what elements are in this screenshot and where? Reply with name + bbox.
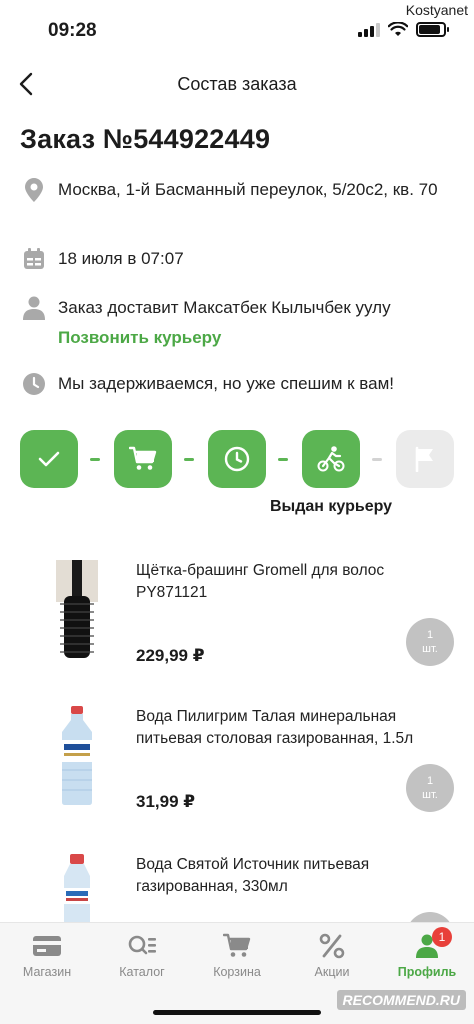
tab-cart[interactable]: Корзина bbox=[190, 933, 284, 993]
product-item[interactable]: Вода Святой Источник питьевая газированн… bbox=[0, 854, 474, 922]
tab-shop[interactable]: Магазин bbox=[0, 933, 94, 993]
status-row: Мы задерживаемся, но уже спешим к вам! bbox=[20, 370, 454, 398]
step-waiting bbox=[208, 430, 266, 488]
quantity-value: 1 bbox=[426, 629, 434, 641]
tab-label: Профиль bbox=[397, 965, 457, 979]
water-bottle-image bbox=[42, 706, 112, 816]
date-row: 18 июля в 07:07 bbox=[20, 245, 454, 273]
notification-badge: 1 bbox=[432, 927, 452, 947]
step-connector bbox=[278, 458, 288, 461]
clock-icon bbox=[20, 370, 48, 398]
nav-bar: Состав заказа bbox=[0, 60, 474, 110]
courier-bike-icon bbox=[317, 446, 345, 472]
clock-icon bbox=[224, 446, 250, 472]
profile-icon: 1 bbox=[412, 927, 452, 959]
cart-icon bbox=[222, 933, 252, 959]
page-title: Состав заказа bbox=[177, 74, 297, 94]
step-given-to-courier bbox=[302, 430, 360, 488]
step-connector bbox=[90, 458, 100, 461]
step-assembled bbox=[114, 430, 172, 488]
status-time: 09:28 bbox=[48, 20, 97, 41]
product-item[interactable]: Щётка-брашинг Gromell для волос PY871121… bbox=[0, 560, 474, 700]
quantity-badge bbox=[406, 912, 454, 922]
product-price: 31,99 ₽ bbox=[136, 792, 196, 811]
current-step-label: Выдан курьеру bbox=[270, 498, 393, 515]
step-accepted bbox=[20, 430, 78, 488]
step-delivered bbox=[396, 430, 454, 488]
step-connector bbox=[184, 458, 194, 461]
status-message: Мы задерживаемся, но уже спешим к вам! bbox=[58, 374, 395, 393]
courier-row: Заказ доставит Максатбек Кылычбек уулу П… bbox=[20, 294, 454, 351]
product-name: Вода Пилигрим Талая минеральная питьевая… bbox=[136, 708, 414, 747]
status-bar: 09:28 bbox=[0, 0, 474, 60]
card-icon bbox=[32, 933, 62, 959]
delivery-date: 18 июля в 07:07 bbox=[58, 249, 184, 268]
catalog-search-icon bbox=[127, 933, 157, 959]
tab-promotions[interactable]: Акции bbox=[285, 933, 379, 993]
tab-profile[interactable]: 1 Профиль bbox=[380, 927, 474, 993]
courier-name: Заказ доставит Максатбек Кылычбек уулу bbox=[58, 298, 391, 317]
product-name: Вода Святой Источник питьевая газированн… bbox=[136, 856, 370, 895]
step-connector bbox=[372, 458, 382, 461]
product-name: Щётка-брашинг Gromell для волос PY871121 bbox=[136, 562, 385, 601]
quantity-badge: 1 шт. bbox=[406, 764, 454, 812]
cart-icon bbox=[129, 446, 157, 470]
calendar-icon bbox=[20, 245, 48, 273]
quantity-unit: шт. bbox=[422, 789, 438, 801]
flag-icon bbox=[415, 446, 433, 472]
tab-label: Корзина bbox=[213, 965, 261, 979]
water-bottle-image bbox=[42, 854, 112, 922]
tab-label: Каталог bbox=[119, 965, 165, 979]
hairbrush-image bbox=[42, 560, 112, 670]
product-item[interactable]: Вода Пилигрим Талая минеральная питьевая… bbox=[0, 706, 474, 846]
tab-catalog[interactable]: Каталог bbox=[95, 933, 189, 993]
quantity-value: 1 bbox=[426, 775, 434, 787]
location-pin-icon bbox=[20, 176, 48, 204]
order-number: Заказ №544922449 bbox=[20, 124, 271, 154]
home-indicator bbox=[153, 1010, 321, 1015]
cellular-signal-icon bbox=[358, 22, 380, 37]
battery-icon bbox=[416, 22, 449, 37]
status-icons bbox=[358, 22, 449, 37]
quantity-badge: 1 шт. bbox=[406, 618, 454, 666]
quantity-unit: шт. bbox=[422, 643, 438, 655]
delivery-address: Москва, 1-й Басманный переулок, 5/20с2, … bbox=[58, 180, 438, 199]
check-icon bbox=[38, 451, 60, 467]
wifi-icon bbox=[388, 22, 408, 36]
person-icon bbox=[20, 294, 48, 322]
tab-label: Акции bbox=[314, 965, 350, 979]
product-price: 229,99 ₽ bbox=[136, 646, 205, 665]
percent-icon bbox=[317, 933, 347, 959]
tab-label: Магазин bbox=[22, 965, 72, 979]
courier-info: Заказ доставит Максатбек Кылычбек уулу П… bbox=[58, 294, 391, 351]
recommend-watermark: RECOMMEND.RU bbox=[336, 990, 466, 1010]
address-row: Москва, 1-й Басманный переулок, 5/20с2, … bbox=[20, 176, 454, 204]
order-progress bbox=[20, 430, 454, 488]
call-courier-link[interactable]: Позвонить курьеру bbox=[58, 324, 391, 351]
